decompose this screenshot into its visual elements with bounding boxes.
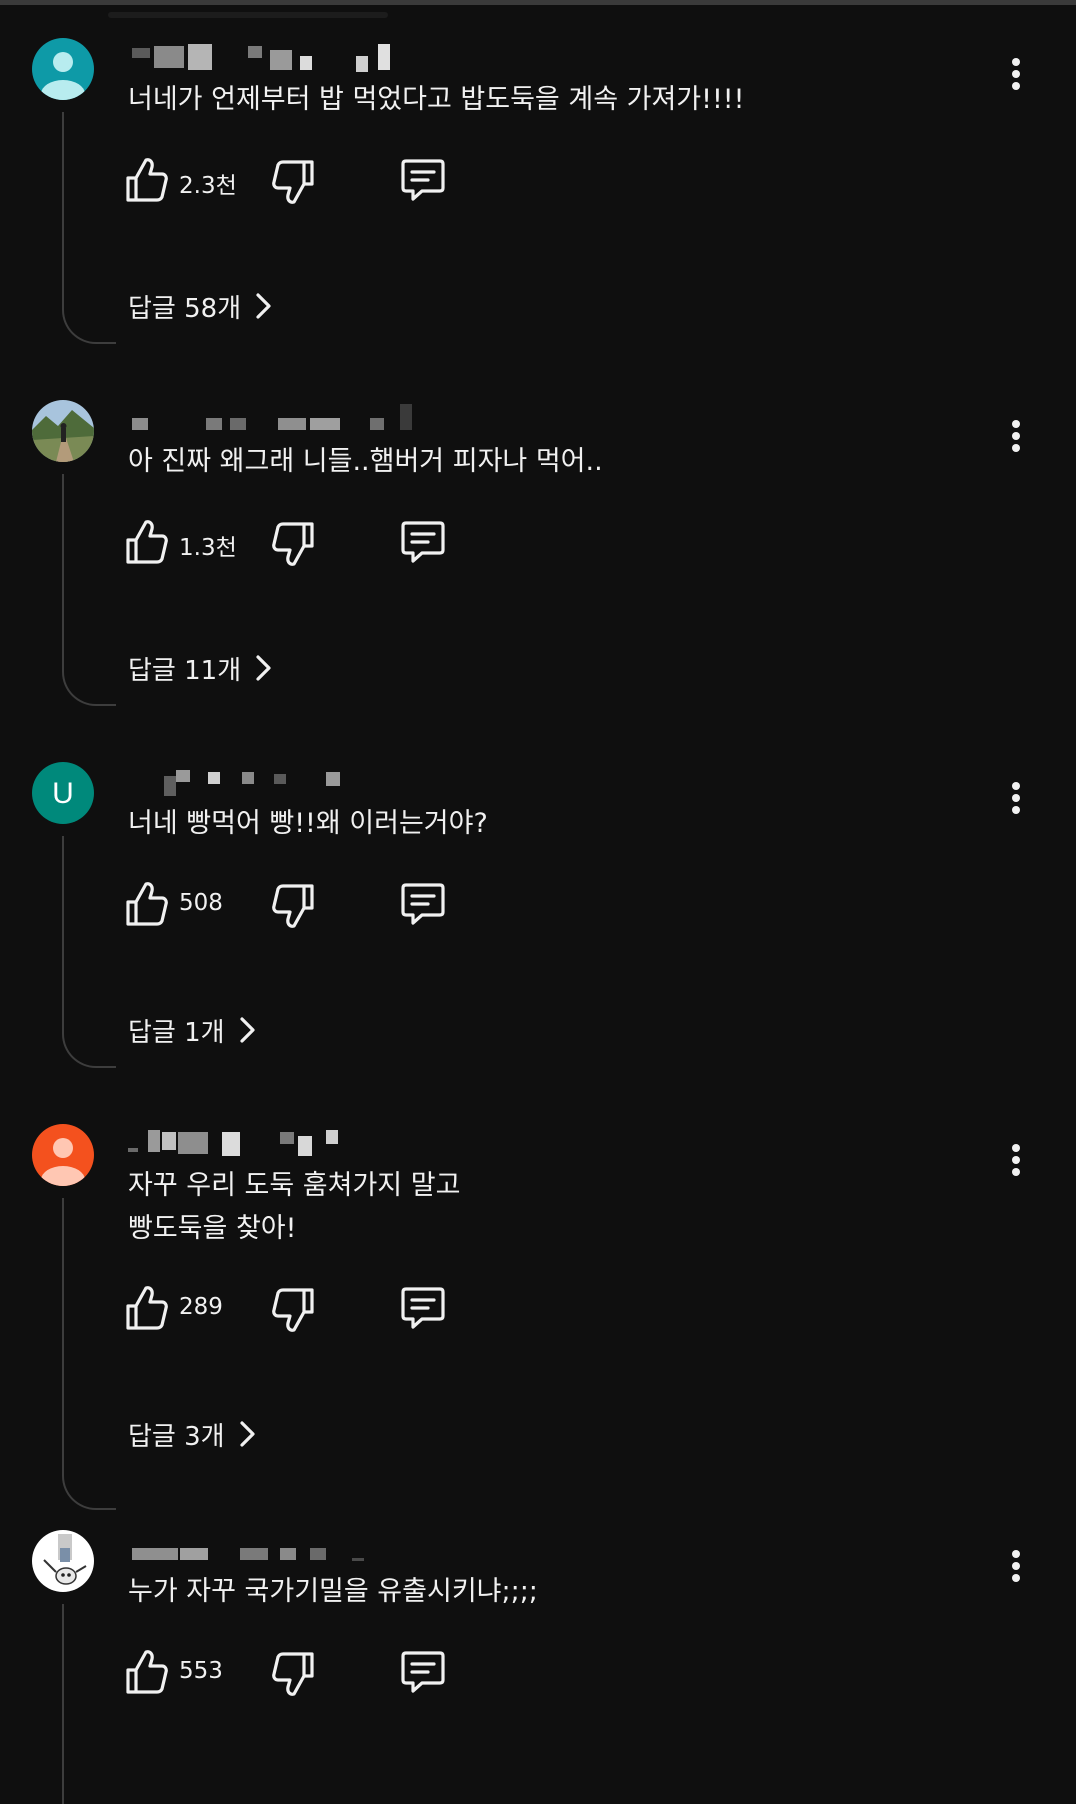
top-divider <box>0 0 1076 5</box>
like-count: 1.3천 <box>179 535 237 561</box>
landscape-photo-icon <box>32 400 94 462</box>
thumb-down-icon[interactable] <box>272 882 316 930</box>
cartoon-photo-icon <box>32 1530 94 1592</box>
like-count: 553 <box>179 1658 223 1684</box>
comment-text: 아 진짜 왜그래 니들..햄버거 피자나 먹어.. <box>128 446 603 477</box>
thread-line <box>62 1604 116 1804</box>
comment-text: 너네 빵먹어 빵!!왜 이러는거야? <box>128 808 488 839</box>
avatar[interactable] <box>32 1124 94 1186</box>
thumb-down-icon[interactable] <box>272 1650 316 1698</box>
thread-line <box>62 112 116 344</box>
more-vert-icon[interactable] <box>1000 1544 1032 1588</box>
replies-label: 답글 1개 <box>128 1017 225 1048</box>
thread-line <box>62 1198 116 1510</box>
thumb-up-icon[interactable] <box>124 156 168 204</box>
thumb-up-icon[interactable] <box>124 1284 168 1332</box>
chevron-right-icon <box>239 1017 255 1043</box>
thumb-up-icon[interactable] <box>124 518 168 566</box>
comment-icon[interactable] <box>400 882 446 926</box>
chevron-right-icon <box>256 655 271 681</box>
comment-text: 자꾸 우리 도둑 훔쳐가지 말고 빵도둑을 찾아! <box>128 1170 461 1244</box>
like-count: 289 <box>179 1294 223 1320</box>
letter-avatar: U <box>32 762 94 824</box>
thumb-up-icon[interactable] <box>124 1648 168 1696</box>
view-replies-button[interactable]: 답글 58개 <box>128 286 273 326</box>
scroll-handle <box>108 12 388 18</box>
thread-line <box>62 474 116 706</box>
replies-label: 답글 3개 <box>128 1421 225 1452</box>
avatar[interactable]: U <box>32 762 94 824</box>
thread-line <box>62 836 116 1068</box>
comment-text: 너네가 언제부터 밥 먹었다고 밥도둑을 계속 가져가!!!! <box>128 84 745 115</box>
avatar[interactable] <box>32 38 94 100</box>
more-vert-icon[interactable] <box>1000 776 1032 820</box>
comment-icon[interactable] <box>400 158 446 202</box>
like-count: 2.3천 <box>179 173 237 199</box>
more-vert-icon[interactable] <box>1000 52 1032 96</box>
view-replies-button[interactable]: 답글 1개 <box>128 1010 257 1050</box>
view-replies-button[interactable]: 답글 11개 <box>128 648 273 688</box>
person-icon <box>32 1124 94 1186</box>
replies-label: 답글 11개 <box>128 655 242 686</box>
avatar[interactable] <box>32 400 94 462</box>
avatar[interactable] <box>32 1530 94 1592</box>
comment-text: 누가 자꾸 국가기밀을 유출시키냐;;;; <box>128 1576 538 1607</box>
chevron-right-icon <box>239 1421 255 1447</box>
comment-icon[interactable] <box>400 1650 446 1694</box>
view-replies-button[interactable]: 답글 3개 <box>128 1414 257 1454</box>
comment-icon[interactable] <box>400 520 446 564</box>
more-vert-icon[interactable] <box>1000 414 1032 458</box>
like-count: 508 <box>179 890 223 916</box>
comment-icon[interactable] <box>400 1286 446 1330</box>
thumb-down-icon[interactable] <box>272 158 316 206</box>
thumb-down-icon[interactable] <box>272 520 316 568</box>
person-icon <box>32 38 94 100</box>
replies-label: 답글 58개 <box>128 293 242 324</box>
avatar-letter: U <box>52 777 74 810</box>
chevron-right-icon <box>256 293 271 319</box>
thumb-up-icon[interactable] <box>124 880 168 928</box>
more-vert-icon[interactable] <box>1000 1138 1032 1182</box>
thumb-down-icon[interactable] <box>272 1286 316 1334</box>
